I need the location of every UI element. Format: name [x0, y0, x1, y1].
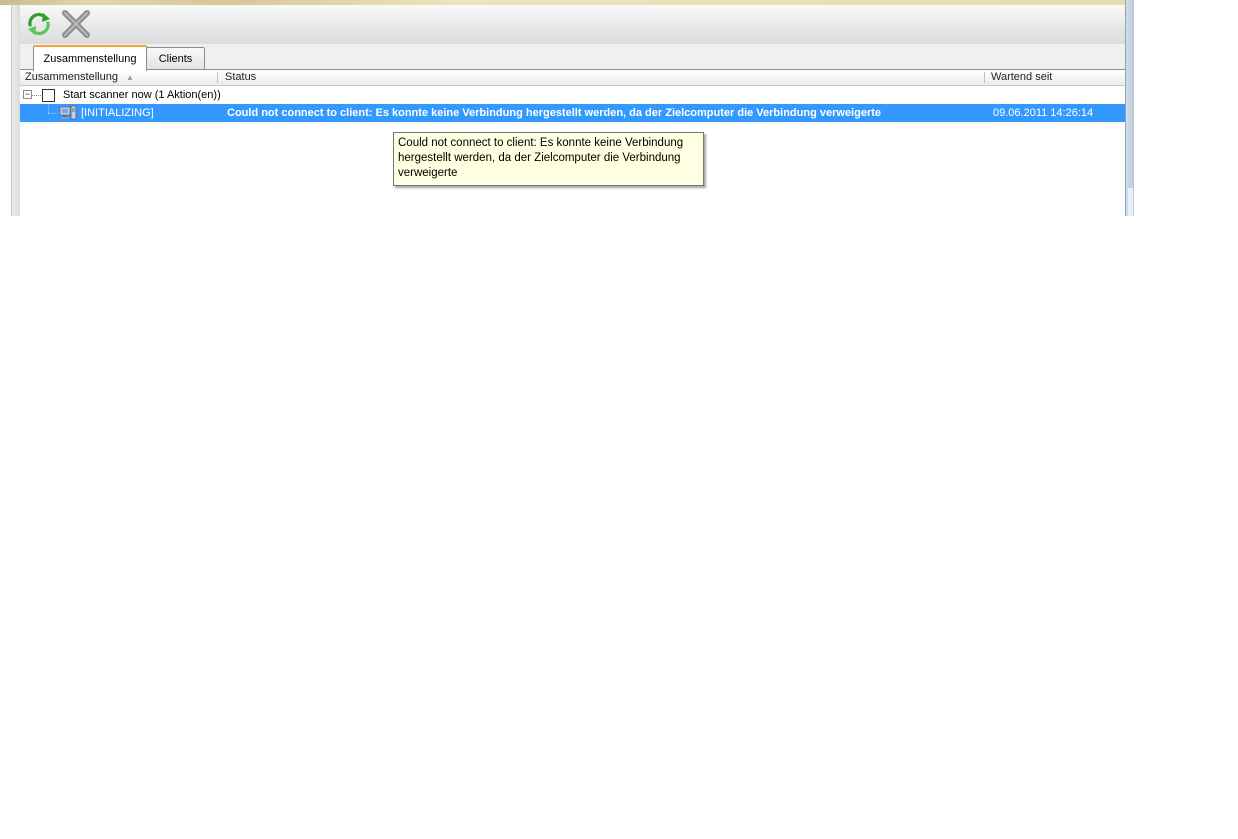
- column-header-status[interactable]: Status: [220, 70, 985, 85]
- left-border: [11, 5, 20, 216]
- refresh-icon: [25, 10, 53, 41]
- row-waiting-since: 09.06.2011 14:26:14: [993, 107, 1094, 119]
- tab-zusammenstellung[interactable]: Zusammenstellung: [33, 45, 147, 71]
- application-window: Zusammenstellung Clients Zusammenstellun…: [0, 0, 1134, 216]
- tab-strip: Zusammenstellung Clients: [20, 44, 1125, 71]
- column-divider[interactable]: [984, 72, 985, 83]
- column-divider[interactable]: [217, 72, 218, 83]
- tree-connector: [48, 113, 58, 114]
- row-checkbox[interactable]: [42, 89, 55, 102]
- cancel-button[interactable]: [60, 9, 92, 41]
- tab-label: Clients: [158, 52, 193, 65]
- tab-clients[interactable]: Clients: [146, 47, 205, 69]
- row-label: [INITIALIZING]: [81, 107, 154, 119]
- column-header-wartend-seit[interactable]: Wartend seit: [986, 70, 1121, 85]
- tree-connector: [48, 104, 50, 113]
- row-status: Could not connect to client: Es konnte k…: [227, 107, 882, 119]
- vertical-scrollbar[interactable]: [1125, 0, 1134, 216]
- refresh-button[interactable]: [23, 9, 55, 41]
- sort-ascending-icon: ▲: [125, 73, 134, 82]
- status-tooltip: Could not connect to client: Es konnte k…: [393, 132, 704, 186]
- close-x-icon: [61, 9, 91, 42]
- column-header-label: Status: [225, 71, 257, 83]
- group-label: Start scanner now (1 Aktion(en)): [63, 89, 221, 101]
- collapse-toggle-icon[interactable]: −: [23, 90, 32, 99]
- tree-connector: [32, 95, 41, 96]
- tab-label: Zusammenstellung: [43, 53, 137, 65]
- toolbar: [20, 5, 1125, 44]
- grid-header: Zusammenstellung ▲ Status Wartend seit: [20, 70, 1125, 86]
- scrollbar-thumb[interactable]: [1128, 188, 1133, 216]
- column-header-label: Zusammenstellung: [25, 71, 118, 83]
- column-header-zusammenstellung[interactable]: Zusammenstellung ▲: [20, 70, 217, 85]
- column-header-label: Wartend seit: [991, 71, 1053, 83]
- table-row-group[interactable]: − Start scanner now (1 Aktion(en)): [20, 86, 1125, 104]
- table-row-selected[interactable]: [INITIALIZING] Could not connect to clie…: [20, 104, 1125, 122]
- left-margin: [0, 5, 11, 216]
- computer-network-icon: [59, 105, 77, 127]
